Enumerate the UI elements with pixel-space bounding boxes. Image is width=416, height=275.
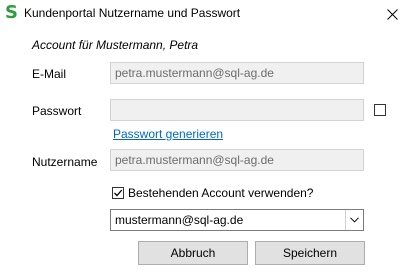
password-field[interactable]: [110, 99, 364, 121]
title-bar: S Kundenportal Nutzername und Passwort: [0, 0, 416, 28]
close-icon: [386, 8, 398, 20]
close-button[interactable]: [368, 0, 416, 28]
existing-account-label: Bestehenden Account verwenden?: [128, 186, 314, 200]
show-password-checkbox[interactable]: [374, 104, 386, 116]
existing-account-checkbox[interactable]: [112, 187, 124, 199]
existing-account-select-value: mustermann@sql-ag.de: [115, 213, 244, 227]
app-logo-icon: S: [5, 2, 18, 23]
checkmark-icon: [114, 189, 123, 197]
existing-account-select[interactable]: mustermann@sql-ag.de: [110, 209, 364, 231]
email-field[interactable]: petra.mustermann@sql-ag.de: [110, 62, 364, 84]
window-title: Kundenportal Nutzername und Passwort: [24, 6, 241, 20]
chevron-down-icon[interactable]: [345, 210, 363, 230]
account-heading: Account für Mustermann, Petra: [32, 38, 199, 52]
username-field[interactable]: petra.mustermann@sql-ag.de: [110, 149, 364, 171]
generate-password-link[interactable]: Passwort generieren: [113, 127, 223, 141]
save-button[interactable]: Speichern: [255, 241, 365, 265]
email-label: E-Mail: [32, 67, 67, 81]
username-label: Nutzername: [32, 155, 98, 169]
cancel-button[interactable]: Abbruch: [138, 241, 248, 265]
password-label: Passwort: [32, 104, 82, 118]
